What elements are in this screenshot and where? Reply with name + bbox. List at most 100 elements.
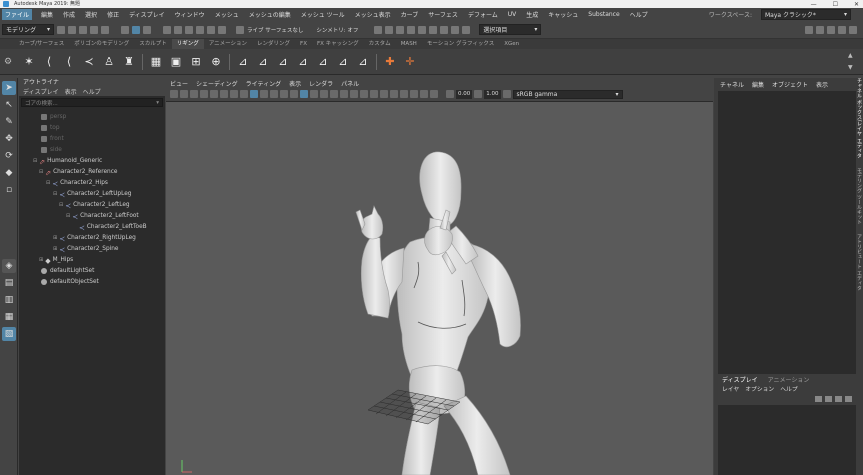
menu-generate[interactable]: 生成	[525, 10, 539, 19]
wireframe-on-shaded-icon[interactable]	[320, 90, 328, 98]
view-transform-select[interactable]: sRGB gamma ▾	[512, 89, 623, 99]
lock-camera-icon[interactable]	[210, 90, 218, 98]
ik-handle-icon[interactable]: ⟨	[42, 55, 56, 69]
render-icon[interactable]	[374, 25, 383, 34]
screen-space-ao-icon[interactable]	[360, 90, 368, 98]
rotate-tool-icon[interactable]: ⟳	[2, 149, 16, 163]
outliner-menu-show[interactable]: 表示	[65, 87, 77, 96]
minimize-button[interactable]: —	[811, 1, 817, 8]
vp-menu-show[interactable]: 表示	[289, 79, 301, 88]
use-all-lights-icon[interactable]	[340, 90, 348, 98]
grid-icon[interactable]	[220, 90, 228, 98]
vp-menu-view[interactable]: ビュー	[170, 79, 188, 88]
outliner-item-side[interactable]: side	[19, 144, 165, 155]
new-scene-icon[interactable]	[57, 25, 65, 34]
gamma-field[interactable]: 1.00	[484, 89, 501, 99]
safe-title-icon[interactable]	[280, 90, 288, 98]
menu-create[interactable]: 作成	[62, 10, 76, 19]
outliner-item-spine[interactable]: ⊞ ≺ Character2_Spine	[19, 243, 165, 254]
add-attribute-icon[interactable]: ✚	[383, 55, 397, 69]
single-perspective-layout-icon[interactable]: ◈	[2, 259, 16, 273]
collapse-icon[interactable]: ⊟	[59, 202, 63, 208]
menu-curves[interactable]: カーブ	[400, 10, 420, 19]
close-button[interactable]: ✕	[854, 1, 859, 8]
layer-list[interactable]	[718, 405, 856, 475]
scale-constraint-icon[interactable]: ⊿	[356, 55, 370, 69]
color-management-icon[interactable]	[502, 90, 511, 98]
channel-box-list[interactable]	[718, 91, 856, 374]
snap-point-icon[interactable]	[185, 25, 193, 34]
menu-edit-mesh[interactable]: メッシュの編集	[248, 10, 292, 19]
outliner-item-front[interactable]: front	[19, 133, 165, 144]
layer-menu-help[interactable]: ヘルプ	[780, 384, 797, 393]
camera-attributes-icon[interactable]	[180, 90, 188, 98]
textured-icon[interactable]	[330, 90, 338, 98]
shelf-tab-sculpting[interactable]: スカルプト	[134, 39, 172, 49]
shelf-tab-xgen[interactable]: XGen	[499, 39, 524, 49]
shelf-tab-fx-caching[interactable]: FX キャッシング	[312, 39, 364, 49]
cluster-icon[interactable]: ⊕	[209, 55, 223, 69]
outliner-item-default-light-set[interactable]: defaultLightSet	[19, 265, 165, 276]
layer-menu-layers[interactable]: レイヤ	[722, 384, 739, 393]
select-hierarchy-icon[interactable]	[121, 25, 129, 34]
side-tab-attribute-editor[interactable]: アトリビュート エディタ	[856, 234, 863, 291]
workspace-select[interactable]: Maya クラシック* ▾	[761, 9, 851, 20]
hypershade-icon[interactable]	[407, 25, 416, 34]
shelf-tab-animation[interactable]: アニメーション	[204, 39, 252, 49]
cb-menu-show[interactable]: 表示	[816, 80, 828, 89]
collapse-icon[interactable]: ⊟	[46, 180, 50, 186]
mirror-joint-icon[interactable]: ≺	[82, 55, 96, 69]
lasso-tool-icon[interactable]: ↖	[2, 98, 16, 112]
gate-mask-icon[interactable]	[250, 90, 258, 98]
outliner-item-m-hips[interactable]: ⊞ ◆ M_Hips	[19, 254, 165, 265]
outliner-item-top[interactable]: top	[19, 122, 165, 133]
move-layer-up-icon[interactable]	[815, 396, 822, 402]
render-select-field[interactable]: 選択項目 ▾	[479, 24, 542, 35]
aim-constraint-icon[interactable]: ⊿	[276, 55, 290, 69]
lattice-icon[interactable]: ⊞	[189, 55, 203, 69]
outliner-item-leftfoot[interactable]: ⊟ ≺ Character2_LeftFoot	[19, 210, 165, 221]
create-joints-icon[interactable]: ✶	[22, 55, 36, 69]
smooth-shade-icon[interactable]	[300, 90, 308, 98]
collapse-icon[interactable]: ⊟	[33, 158, 37, 164]
depth-of-field-icon[interactable]	[390, 90, 398, 98]
motion-blur-icon[interactable]	[370, 90, 378, 98]
snap-surface-icon[interactable]	[196, 25, 204, 34]
tool-settings-icon[interactable]	[838, 25, 846, 34]
shelf-tab-rigging[interactable]: リギング	[171, 39, 204, 49]
outliner-item-default-object-set[interactable]: defaultObjectSet	[19, 276, 165, 287]
shadows-icon[interactable]	[350, 90, 358, 98]
redo-icon[interactable]	[101, 25, 109, 34]
vp-menu-lighting[interactable]: ライティング	[246, 79, 282, 88]
outliner-menu-display[interactable]: ディスプレイ	[23, 87, 59, 96]
film-gate-icon[interactable]	[230, 90, 238, 98]
undo-icon[interactable]	[90, 25, 98, 34]
menu-cache[interactable]: キャッシュ	[547, 10, 579, 19]
menu-window[interactable]: ウィンドウ	[174, 10, 206, 19]
render-view-icon[interactable]	[418, 25, 427, 34]
tab-anim-layers[interactable]: アニメーション	[768, 375, 810, 384]
expand-icon[interactable]: ⊞	[53, 235, 57, 241]
shelf-tab-fx[interactable]: FX	[295, 39, 312, 49]
shelf-scroll-down-icon[interactable]: ▼	[848, 64, 853, 71]
isolate-select-icon[interactable]	[400, 90, 408, 98]
side-tab-channel-box[interactable]: チャネル ボックス/レイヤ エディタ	[856, 78, 863, 158]
exposure-field[interactable]: 0.00	[456, 89, 473, 99]
vp-menu-renderer[interactable]: レンダラ	[309, 79, 333, 88]
arnold-icon[interactable]	[429, 25, 438, 34]
quick-rig-icon[interactable]: ♙	[102, 55, 116, 69]
orient-constraint-icon[interactable]: ⊿	[296, 55, 310, 69]
outliner-item-lefttoebase[interactable]: ≺ Character2_LeftToeB	[19, 221, 165, 232]
magnet-icon[interactable]	[236, 25, 244, 34]
snap-curve-icon[interactable]	[174, 25, 182, 34]
camera-select-icon[interactable]	[170, 90, 178, 98]
persp-outliner-layout-icon[interactable]: ▥	[2, 293, 16, 307]
xray-icon[interactable]	[410, 90, 418, 98]
outliner-item-leftupleg[interactable]: ⊟ ≺ Character2_LeftUpLeg	[19, 188, 165, 199]
menu-mesh-display[interactable]: メッシュ表示	[354, 10, 392, 19]
new-layer-selected-icon[interactable]	[845, 396, 852, 402]
parent-constraint-icon[interactable]: ⊿	[316, 55, 330, 69]
shelf-tab-curves[interactable]: カーブ/サーフェス	[14, 39, 69, 49]
modeling-toolkit-icon[interactable]	[816, 25, 824, 34]
bookmark-icon[interactable]	[190, 90, 198, 98]
